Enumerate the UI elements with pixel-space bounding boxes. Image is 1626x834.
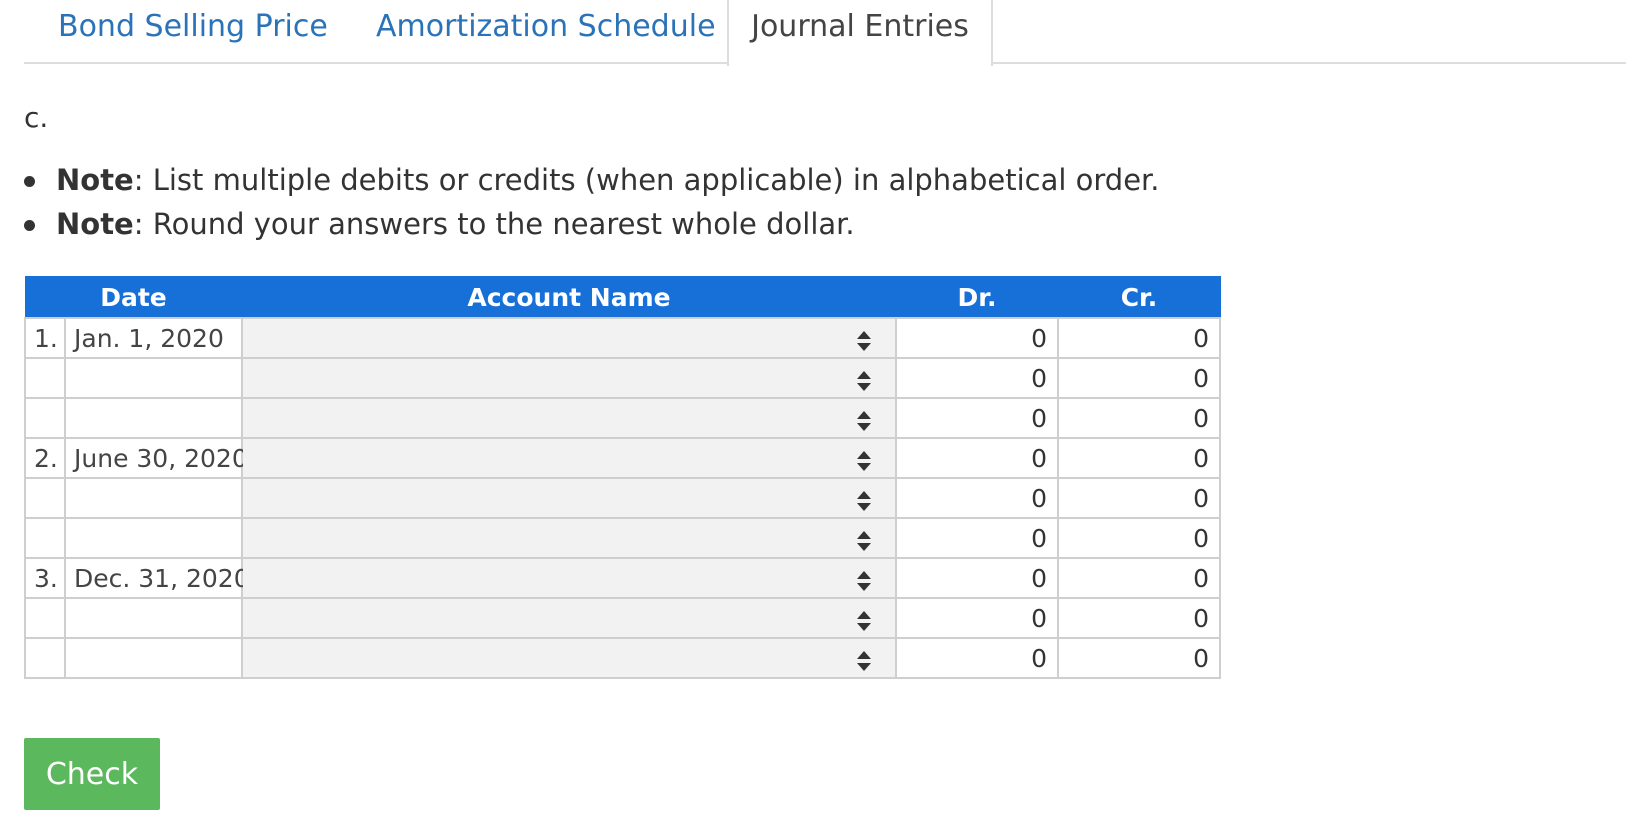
table-row: 2. June 30, 2020 0 0: [24, 437, 1221, 479]
entry-date: [64, 357, 243, 399]
entry-number: [24, 477, 66, 519]
account-name-select[interactable]: [241, 597, 897, 639]
header-debit: Dr.: [895, 276, 1059, 319]
entry-date: [64, 517, 243, 559]
sort-arrows-icon: [857, 571, 871, 591]
notes-list: Note: List multiple debits or credits (w…: [24, 158, 1160, 246]
debit-input[interactable]: 0: [895, 397, 1059, 439]
debit-input[interactable]: 0: [895, 357, 1059, 399]
journal-body: 1. Jan. 1, 2020 0 0 0 0 0 0 2. June 30, …: [24, 317, 1221, 679]
entry-number: 3.: [24, 557, 66, 599]
header-account-name: Account Name: [241, 276, 897, 319]
credit-input[interactable]: 0: [1057, 597, 1221, 639]
table-row: 0 0: [24, 357, 1221, 399]
bullet-icon: [24, 220, 35, 231]
header-date: Date: [24, 276, 243, 319]
credit-input[interactable]: 0: [1057, 397, 1221, 439]
entry-number: 1.: [24, 317, 66, 359]
entry-number: [24, 517, 66, 559]
debit-input[interactable]: 0: [895, 517, 1059, 559]
sort-arrows-icon: [857, 371, 871, 391]
credit-input[interactable]: 0: [1057, 357, 1221, 399]
note-label: Note: [56, 207, 134, 241]
account-name-select[interactable]: [241, 477, 897, 519]
table-header-row: Date Account Name Dr. Cr.: [24, 276, 1221, 319]
note-text: : List multiple debits or credits (when …: [133, 163, 1160, 197]
sort-arrows-icon: [857, 451, 871, 471]
sort-arrows-icon: [857, 491, 871, 511]
entry-number: [24, 637, 66, 679]
entry-date: [64, 597, 243, 639]
tab-bond-selling-price[interactable]: Bond Selling Price: [58, 0, 328, 64]
entry-date: [64, 477, 243, 519]
note-label: Note: [56, 163, 134, 197]
sort-arrows-icon: [857, 331, 871, 351]
part-label: c.: [24, 101, 49, 134]
sort-arrows-icon: [857, 411, 871, 431]
sort-arrows-icon: [857, 651, 871, 671]
debit-input[interactable]: 0: [895, 317, 1059, 359]
sort-arrows-icon: [857, 611, 871, 631]
entry-date: June 30, 2020: [64, 437, 248, 479]
credit-input[interactable]: 0: [1057, 477, 1221, 519]
tab-amortization-schedule[interactable]: Amortization Schedule: [376, 0, 716, 64]
entry-number: [24, 357, 66, 399]
entry-date: [64, 637, 243, 679]
credit-input[interactable]: 0: [1057, 317, 1221, 359]
entry-date: Dec. 31, 2020: [64, 557, 250, 599]
entry-number: [24, 397, 66, 439]
debit-input[interactable]: 0: [895, 557, 1059, 599]
journal-entries-table: Date Account Name Dr. Cr. 1. Jan. 1, 202…: [24, 276, 1221, 679]
credit-input[interactable]: 0: [1057, 517, 1221, 559]
tab-bar: Bond Selling Price Amortization Schedule…: [24, 0, 1626, 66]
table-row: 0 0: [24, 637, 1221, 679]
entry-date: [64, 397, 243, 439]
debit-input[interactable]: 0: [895, 597, 1059, 639]
table-row: 3. Dec. 31, 2020 0 0: [24, 557, 1221, 599]
account-name-select[interactable]: [241, 397, 897, 439]
table-row: 0 0: [24, 597, 1221, 639]
account-name-select[interactable]: [241, 437, 897, 479]
credit-input[interactable]: 0: [1057, 437, 1221, 479]
account-name-select[interactable]: [241, 557, 897, 599]
account-name-select[interactable]: [241, 317, 897, 359]
note-item: Note: List multiple debits or credits (w…: [24, 158, 1160, 202]
table-row: 0 0: [24, 517, 1221, 559]
note-item: Note: Round your answers to the nearest …: [24, 202, 1160, 246]
table-row: 0 0: [24, 477, 1221, 519]
account-name-select[interactable]: [241, 357, 897, 399]
sort-arrows-icon: [857, 531, 871, 551]
entry-number: 2.: [24, 437, 66, 479]
account-name-select[interactable]: [241, 517, 897, 559]
credit-input[interactable]: 0: [1057, 637, 1221, 679]
account-name-select[interactable]: [241, 637, 897, 679]
tab-journal-entries[interactable]: Journal Entries: [727, 0, 993, 66]
bullet-icon: [24, 176, 35, 187]
entry-date: Jan. 1, 2020: [64, 317, 243, 359]
entry-number: [24, 597, 66, 639]
check-button[interactable]: Check: [24, 738, 160, 810]
debit-input[interactable]: 0: [895, 477, 1059, 519]
table-row: 0 0: [24, 397, 1221, 439]
debit-input[interactable]: 0: [895, 637, 1059, 679]
table-row: 1. Jan. 1, 2020 0 0: [24, 317, 1221, 359]
note-text: : Round your answers to the nearest whol…: [133, 207, 855, 241]
debit-input[interactable]: 0: [895, 437, 1059, 479]
header-credit: Cr.: [1057, 276, 1221, 319]
credit-input[interactable]: 0: [1057, 557, 1221, 599]
